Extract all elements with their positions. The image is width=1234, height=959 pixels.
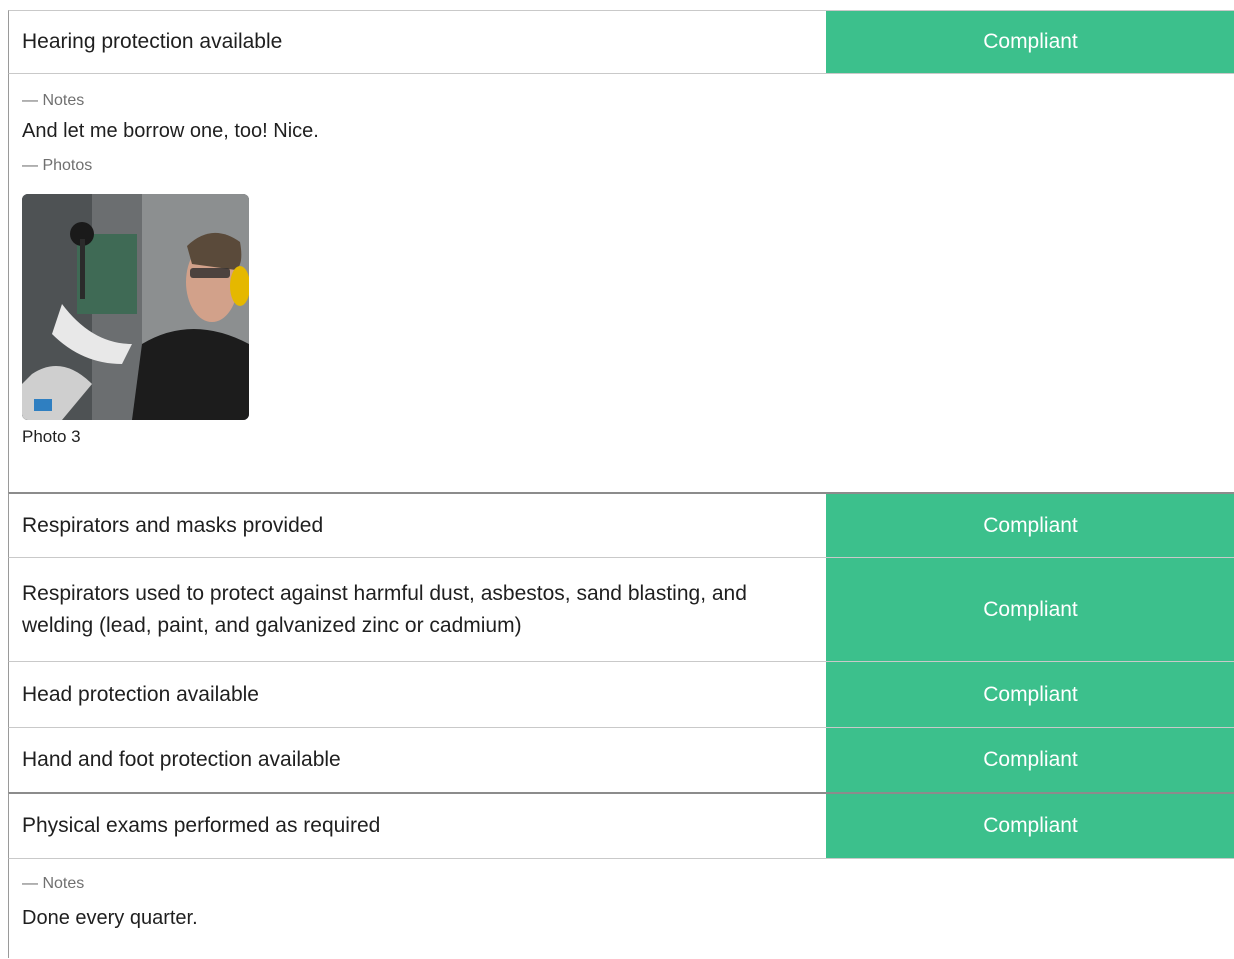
question-text: Head protection available (22, 682, 259, 706)
checklist-item-respirators-masks[interactable]: Respirators and masks provided Compliant (8, 492, 1234, 557)
inspection-checklist: Hearing protection available Compliant —… (8, 10, 1234, 958)
photos-label: — Photos (22, 157, 93, 174)
photo-thumbnail[interactable] (22, 194, 249, 420)
notes-label: — Notes (22, 875, 85, 892)
question-text: Physical exams performed as required (22, 814, 381, 837)
item-details: — Notes Done every quarter. (8, 858, 1234, 958)
notes-text: And let me borrow one, too! Nice. (22, 120, 319, 142)
photo-caption: Photo 3 (22, 427, 81, 446)
item-details: — Notes And let me borrow one, too! Nice… (8, 73, 1234, 492)
checklist-item-hand-foot-protection[interactable]: Hand and foot protection available Compl… (8, 727, 1234, 792)
question-text: Respirators and masks provided (22, 513, 324, 537)
status-badge-compliant[interactable]: Compliant (826, 662, 1234, 727)
notes-text: Done every quarter. (22, 907, 198, 929)
checklist-item-hearing-protection[interactable]: Hearing protection available Compliant (8, 10, 1234, 73)
checklist-item-head-protection[interactable]: Head protection available Compliant (8, 661, 1234, 727)
status-badge-compliant[interactable]: Compliant (826, 728, 1234, 792)
question-text: Respirators used to protect against harm… (22, 581, 747, 637)
notes-label: — Notes (22, 92, 85, 109)
status-badge-compliant[interactable]: Compliant (826, 794, 1234, 858)
status-badge-compliant[interactable]: Compliant (826, 558, 1234, 661)
checklist-item-respirators-usage[interactable]: Respirators used to protect against harm… (8, 557, 1234, 661)
question-text: Hearing protection available (22, 30, 283, 53)
question-text: Hand and foot protection available (22, 748, 341, 771)
worker-photo-image (22, 194, 249, 420)
status-badge-compliant[interactable]: Compliant (826, 494, 1234, 557)
checklist-item-physical-exams[interactable]: Physical exams performed as required Com… (8, 792, 1234, 858)
status-badge-compliant[interactable]: Compliant (826, 11, 1234, 73)
